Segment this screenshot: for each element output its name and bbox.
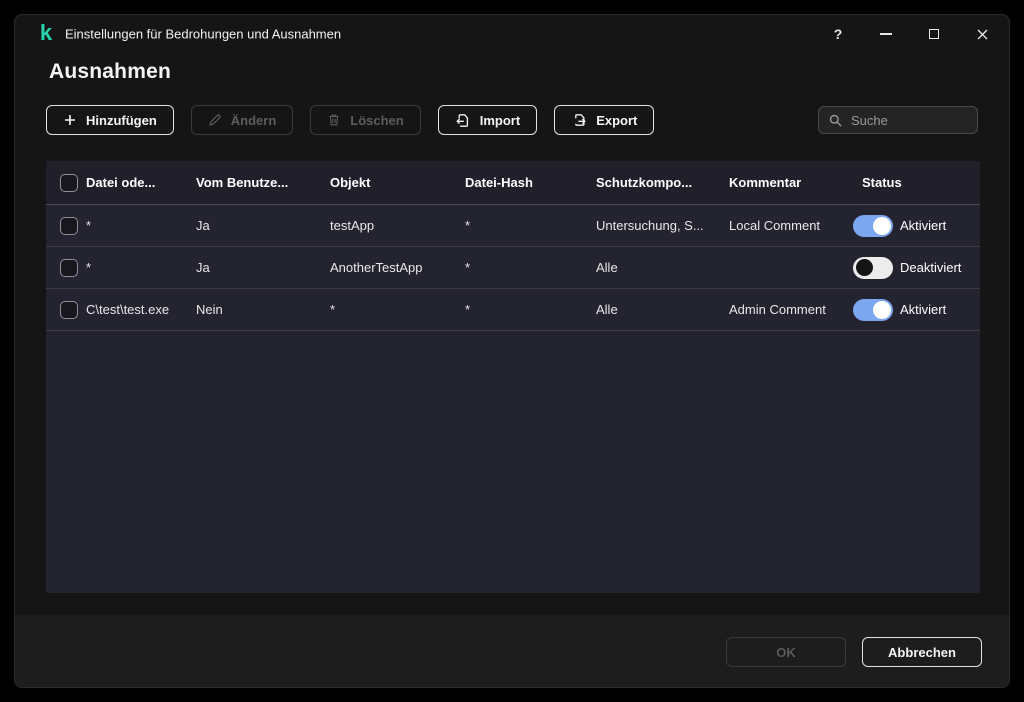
edit-button-label: Ändern — [231, 113, 277, 128]
status-label: Deaktiviert — [900, 260, 961, 275]
import-icon — [455, 113, 471, 128]
toggle-knob — [873, 301, 891, 319]
table-row[interactable]: * Ja AnotherTestApp * Alle Deaktiviert — [46, 247, 980, 289]
status-toggle[interactable] — [853, 299, 893, 321]
search-input[interactable] — [849, 112, 967, 129]
close-icon — [977, 29, 988, 40]
ok-button[interactable]: OK — [726, 637, 846, 667]
cell-protection-components: Alle — [596, 260, 729, 275]
column-header-file[interactable]: Datei ode... — [86, 175, 196, 190]
export-button[interactable]: Export — [554, 105, 654, 135]
cell-added-by-user: Nein — [196, 302, 330, 317]
table-header-row: Datei ode... Vom Benutze... Objekt Datei… — [46, 161, 980, 205]
cancel-button[interactable]: Abbrechen — [862, 637, 982, 667]
cell-protection-components: Alle — [596, 302, 729, 317]
dialog-footer: OK Abbrechen — [15, 615, 1009, 687]
window-title: Einstellungen für Bedrohungen und Ausnah… — [65, 27, 341, 42]
plus-icon — [63, 113, 77, 127]
status-toggle[interactable] — [853, 215, 893, 237]
cell-added-by-user: Ja — [196, 260, 330, 275]
maximize-icon — [929, 29, 939, 39]
app-window: k Einstellungen für Bedrohungen und Ausn… — [14, 14, 1010, 688]
cell-file: * — [86, 260, 196, 275]
trash-icon — [327, 113, 341, 127]
cell-object: * — [330, 302, 465, 317]
title-bar: k Einstellungen für Bedrohungen und Ausn… — [15, 15, 1009, 53]
import-button[interactable]: Import — [438, 105, 537, 135]
row-checkbox[interactable] — [60, 259, 78, 277]
status-label: Aktiviert — [900, 218, 946, 233]
column-header-comment[interactable]: Kommentar — [729, 175, 862, 190]
cell-comment: Admin Comment — [729, 302, 862, 317]
add-button[interactable]: Hinzufügen — [46, 105, 174, 135]
search-icon — [829, 114, 842, 127]
column-header-object[interactable]: Objekt — [330, 175, 465, 190]
table-row[interactable]: * Ja testApp * Untersuchung, S... Local … — [46, 205, 980, 247]
cell-object: testApp — [330, 218, 465, 233]
cell-file-hash: * — [465, 218, 596, 233]
cell-file-hash: * — [465, 302, 596, 317]
kaspersky-logo-icon: k — [34, 18, 58, 48]
cell-added-by-user: Ja — [196, 218, 330, 233]
select-all-checkbox[interactable] — [60, 174, 78, 192]
export-button-label: Export — [596, 113, 637, 128]
column-header-protection-components[interactable]: Schutzkompo... — [596, 175, 729, 190]
column-header-added-by-user[interactable]: Vom Benutze... — [196, 175, 330, 190]
help-button[interactable]: ? — [823, 19, 853, 49]
cell-file-hash: * — [465, 260, 596, 275]
close-button[interactable] — [967, 19, 997, 49]
edit-button[interactable]: Ändern — [191, 105, 294, 135]
cell-object: AnotherTestApp — [330, 260, 465, 275]
column-header-file-hash[interactable]: Datei-Hash — [465, 175, 596, 190]
row-checkbox[interactable] — [60, 301, 78, 319]
add-button-label: Hinzufügen — [86, 113, 157, 128]
cell-file: C\test\test.exe — [86, 302, 196, 317]
maximize-button[interactable] — [919, 19, 949, 49]
status-toggle[interactable] — [853, 257, 893, 279]
toolbar: Hinzufügen Ändern Löschen Import Export — [46, 105, 654, 135]
table-row[interactable]: C\test\test.exe Nein * * Alle Admin Comm… — [46, 289, 980, 331]
import-button-label: Import — [480, 113, 520, 128]
cell-file: * — [86, 218, 196, 233]
column-header-status[interactable]: Status — [862, 175, 980, 190]
toggle-knob — [856, 259, 873, 276]
minimize-icon — [880, 33, 892, 35]
page-title: Ausnahmen — [49, 60, 171, 84]
search-box[interactable] — [818, 106, 978, 134]
delete-button-label: Löschen — [350, 113, 403, 128]
export-icon — [571, 113, 587, 128]
toggle-knob — [873, 217, 891, 235]
delete-button[interactable]: Löschen — [310, 105, 420, 135]
row-checkbox[interactable] — [60, 217, 78, 235]
exceptions-table: Datei ode... Vom Benutze... Objekt Datei… — [46, 161, 980, 593]
cell-comment: Local Comment — [729, 218, 862, 233]
minimize-button[interactable] — [871, 19, 901, 49]
cell-protection-components: Untersuchung, S... — [596, 218, 729, 233]
status-label: Aktiviert — [900, 302, 946, 317]
pencil-icon — [208, 113, 222, 127]
